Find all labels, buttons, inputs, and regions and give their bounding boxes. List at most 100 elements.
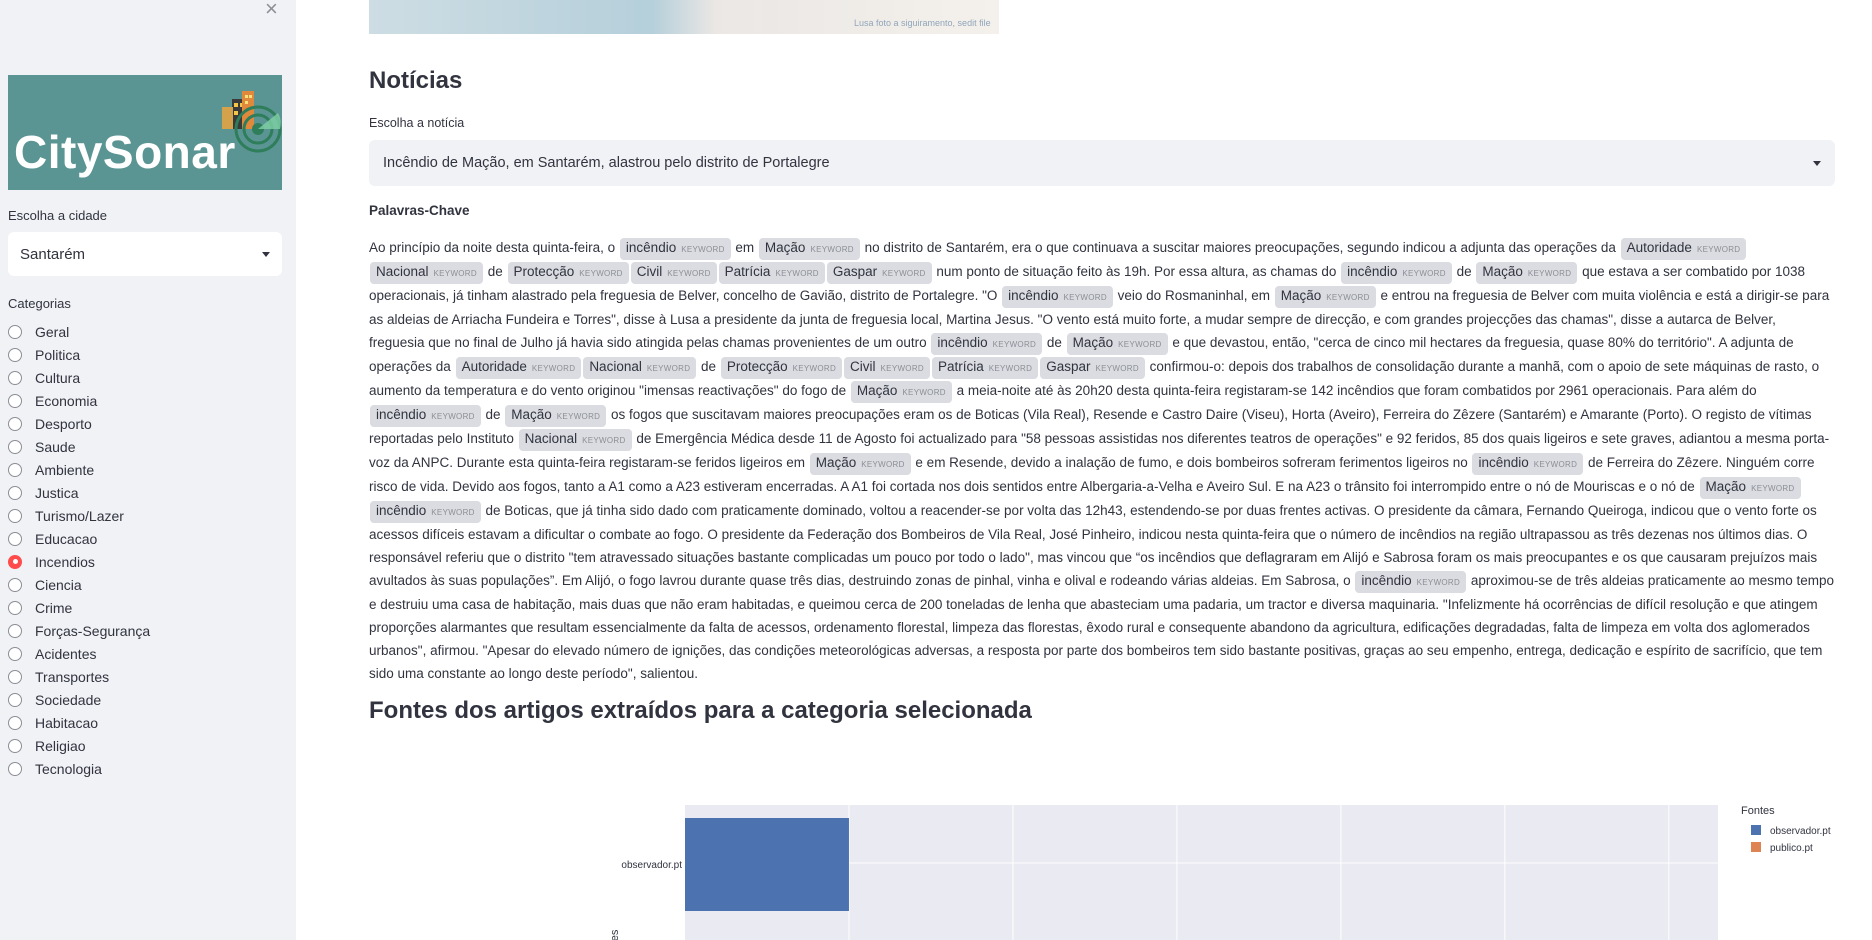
radio-crime[interactable]: Crime [8,596,150,619]
keyword-tag: KEYWORD [646,364,691,373]
keyword-chip: Mação KEYWORD [505,405,607,427]
sidebar: × CitySonar Escolha a cidade Santarém Ca… [0,0,296,940]
radio-button[interactable] [8,669,22,684]
radio-religiao[interactable]: Religiao [8,734,150,757]
article-text: Ao princípio da noite desta quinta-feira… [369,238,1835,681]
radio-desporto[interactable]: Desporto [8,412,150,435]
keyword-text: incêndio [1361,573,1412,588]
keyword-text: incêndio [1008,288,1059,303]
chart-labels: observador.pt ntes [609,860,682,940]
keyword-text: Mação [815,455,857,470]
radio-ambiente[interactable]: Ambiente [8,458,150,481]
radio-button[interactable] [8,347,22,362]
radio-button[interactable] [8,577,22,592]
radio-button-selected[interactable] [8,554,22,569]
radio-tecnologia[interactable]: Tecnologia [8,757,150,780]
radio-acidentes[interactable]: Acidentes [8,642,150,665]
radio-button[interactable] [8,416,22,431]
legend-label: publico.pt [1770,843,1813,854]
keyword-tag: KEYWORD [1326,293,1370,302]
keyword-text: incêndio [625,240,677,255]
radio-educacao[interactable]: Educacao [8,527,150,550]
keyword-text: Protecção [726,359,788,374]
radio-button[interactable] [8,462,22,477]
keyword-text: Gaspar [1046,359,1091,374]
radio-geral[interactable]: Geral [8,320,150,343]
radio-button[interactable] [8,692,22,707]
radio-saude[interactable]: Saude [8,435,150,458]
radio-button[interactable] [8,508,22,523]
keyword-chip: Mação KEYWORD [758,238,860,260]
radio-economia[interactable]: Economia [8,389,150,412]
close-sidebar-icon[interactable]: × [265,0,278,20]
keyword-chip: Civil KEYWORD [630,262,717,284]
y-axis-label: ntes [609,929,621,940]
radio-label: Habitacao [35,714,99,731]
legend-label: observador.pt [1770,826,1831,837]
keyword-chip: Patrícia KEYWORD [718,262,825,284]
radio-button[interactable] [8,738,22,753]
keyword-tag: KEYWORD [1118,340,1162,349]
radio-politica[interactable]: Politica [8,343,150,366]
keyword-chip: Gaspar KEYWORD [826,262,932,284]
radio-label: Incendios [35,553,95,570]
keyword-chip: incêndio KEYWORD [1002,286,1113,308]
radio-justica[interactable]: Justica [8,481,150,504]
radio-habitacao[interactable]: Habitacao [8,711,150,734]
radio-button[interactable] [8,370,22,385]
radio-ciencia[interactable]: Ciencia [8,573,150,596]
chart-bars [685,818,849,911]
radio-button[interactable] [8,439,22,454]
keyword-chip: Civil KEYWORD [844,357,930,379]
keyword-text: Patrícia [724,264,771,279]
radio-turismo-lazer[interactable]: Turismo/Lazer [8,504,150,527]
radio-label: Turismo/Lazer [35,507,124,524]
city-select[interactable]: Santarém [8,232,282,276]
keyword-chip: Gaspar KEYWORD [1040,357,1145,379]
radio-button[interactable] [8,600,22,615]
keyword-text: Civil [850,359,876,374]
radio-label: Acidentes [35,645,97,662]
radio-button[interactable] [8,393,22,408]
categories-radio-group: Geral Politica Cultura Economia Desporto… [8,320,150,780]
radio-label: Desporto [35,415,92,432]
radio-button[interactable] [8,324,22,339]
keyword-tag: KEYWORD [988,364,1033,373]
keyword-chip: Autoridade KEYWORD [455,357,582,379]
radio-label: Tecnologia [35,760,102,777]
keyword-tag: KEYWORD [902,388,946,397]
keyword-tag: KEYWORD [431,508,475,517]
radio-button[interactable] [8,485,22,500]
radio-label: Transportes [35,668,110,685]
keyword-text: Autoridade [461,359,527,374]
radio-button[interactable] [8,623,22,638]
radio-label: Saude [35,438,76,455]
radio-incendios[interactable]: Incendios [8,550,150,573]
main-content: Lusa foto a siguiramento, sedit file Not… [296,0,1872,940]
page-title: Notícias [369,67,463,94]
radio-label: Economia [35,392,98,409]
news-select[interactable]: Incêndio de Mação, em Santarém, alastrou… [369,140,1835,186]
radio-forcas-seguranca[interactable]: Forças-Segurança [8,619,150,642]
city-radar-icon [222,91,282,153]
radio-label: Ciencia [35,576,82,593]
keyword-text: Mação [1482,264,1523,279]
keyword-tag: KEYWORD [775,269,819,278]
city-select-value: Santarém [20,245,86,263]
radio-button[interactable] [8,761,22,776]
radio-cultura[interactable]: Cultura [8,366,150,389]
keyword-text: Patrícia [937,359,984,374]
keyword-chip: Nacional KEYWORD [370,262,483,284]
city-label: Escolha a cidade [8,208,108,223]
radio-button[interactable] [8,646,22,661]
radio-transportes[interactable]: Transportes [8,665,150,688]
legend-swatch [1751,825,1761,835]
radio-sociedade[interactable]: Sociedade [8,688,150,711]
radio-label: Ambiente [35,461,95,478]
radio-button[interactable] [8,715,22,730]
keyword-chip: Patrícia KEYWORD [931,357,1039,379]
radio-label: Politica [35,346,81,363]
keyword-text: incêndio [1347,264,1398,279]
radio-button[interactable] [8,531,22,546]
keyword-chip: Protecção KEYWORD [507,262,629,284]
